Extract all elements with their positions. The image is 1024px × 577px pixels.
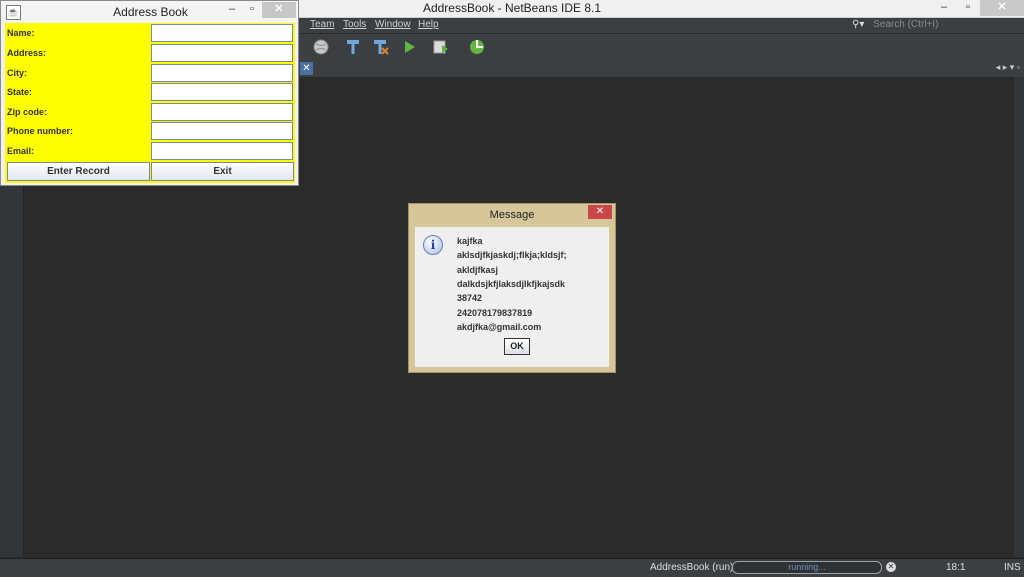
form-row-address: Address: <box>5 44 295 63</box>
phone-number-field[interactable] <box>151 122 293 140</box>
form-row-phone: Phone number: <box>5 122 295 141</box>
close-button[interactable]: ✕ <box>980 0 1024 16</box>
menu-tools[interactable]: Tools <box>343 19 366 30</box>
ok-button[interactable]: OK <box>504 338 530 355</box>
enter-record-button[interactable]: Enter Record <box>7 162 150 181</box>
form-row-name: Name: <box>5 24 295 43</box>
search-box[interactable]: ⚲▾ Search (Ctrl+I) <box>852 19 1012 31</box>
close-tab-icon[interactable]: ✕ <box>300 62 313 75</box>
menu-help[interactable]: Help <box>418 19 439 30</box>
address-book-titlebar: ☕ Address Book – ▫ ✕ <box>1 1 298 22</box>
info-icon: i <box>423 235 443 255</box>
address-book-form: Name: Address: City: State: Zip code: Ph… <box>5 23 295 183</box>
phone-number-label: Phone number: <box>7 126 74 136</box>
address-book-controls: – ▫ ✕ <box>222 2 296 18</box>
message-line: akdjfka@gmail.com <box>457 322 542 332</box>
progress-bar: running... <box>732 561 882 574</box>
run-icon[interactable] <box>400 38 418 56</box>
address-book-window: ☕ Address Book – ▫ ✕ Name: Address: City… <box>0 0 299 186</box>
message-line: akldjfkasj <box>457 265 499 275</box>
message-line: kajfka <box>457 236 483 246</box>
right-sidebar-strip <box>1014 77 1024 557</box>
form-row-state: State: <box>5 83 295 102</box>
name-field[interactable] <box>151 24 293 42</box>
dialog-title: Message <box>489 209 535 221</box>
message-line: 242078179837819 <box>457 308 533 318</box>
search-placeholder: Search (Ctrl+I) <box>873 19 939 30</box>
city-label: City: <box>7 68 27 78</box>
debug-icon[interactable] <box>432 38 450 56</box>
address-label: Address: <box>7 48 47 58</box>
exit-button[interactable]: Exit <box>151 162 294 181</box>
message-line: 38742 <box>457 293 483 303</box>
state-field[interactable] <box>151 83 293 101</box>
dialog-close-button[interactable]: ✕ <box>588 205 612 219</box>
minimize-button[interactable]: – <box>932 0 956 16</box>
running-task-label: AddressBook (run) <box>650 562 734 573</box>
cancel-task-icon[interactable]: ✕ <box>886 562 896 572</box>
message-line: dalkdsjkfjlaksdjlkfjkajsdk <box>457 279 566 289</box>
form-row-zip: Zip code: <box>5 103 295 122</box>
profile-icon[interactable] <box>468 38 486 56</box>
insert-mode: INS <box>1004 562 1021 573</box>
form-row-email: Email: <box>5 142 295 161</box>
cursor-position: 18:1 <box>946 562 966 573</box>
dialog-body: i kajfka aklsdjfkjaskdj;flkja;kldsjf; ak… <box>415 227 609 367</box>
tab-navigation-icon[interactable]: ◂ ▸ ▾ ▫ <box>996 62 1020 73</box>
city-field[interactable] <box>151 64 293 82</box>
minimize-button[interactable]: – <box>222 2 242 18</box>
status-bar: AddressBook (run) running... ✕ 18:1 INS <box>0 558 1024 577</box>
zip-code-field[interactable] <box>151 103 293 121</box>
name-label: Name: <box>7 28 35 38</box>
email-field[interactable] <box>151 142 293 160</box>
state-label: State: <box>7 87 33 97</box>
zip-code-label: Zip code: <box>7 107 47 117</box>
message-dialog: Message ✕ i kajfka aklsdjfkjaskdj;flkja;… <box>408 203 616 373</box>
address-field[interactable] <box>151 44 293 62</box>
globe-icon[interactable] <box>312 38 330 56</box>
maximize-button[interactable]: ▫ <box>956 0 980 16</box>
menu-team[interactable]: Team <box>310 19 334 30</box>
build-hammer-icon[interactable] <box>344 38 362 56</box>
form-row-city: City: <box>5 64 295 83</box>
maximize-button[interactable]: ▫ <box>242 2 262 18</box>
ide-window-controls: – ▫ ✕ <box>932 0 1024 17</box>
search-icon: ⚲▾ <box>852 19 865 30</box>
email-label: Email: <box>7 146 35 156</box>
close-button[interactable]: ✕ <box>262 2 296 18</box>
ide-title: AddressBook - NetBeans IDE 8.1 <box>422 1 602 15</box>
message-line: aklsdjfkjaskdj;flkja;kldsjf; <box>457 250 567 260</box>
menu-window[interactable]: Window <box>375 19 411 30</box>
clean-build-icon[interactable] <box>371 38 389 56</box>
